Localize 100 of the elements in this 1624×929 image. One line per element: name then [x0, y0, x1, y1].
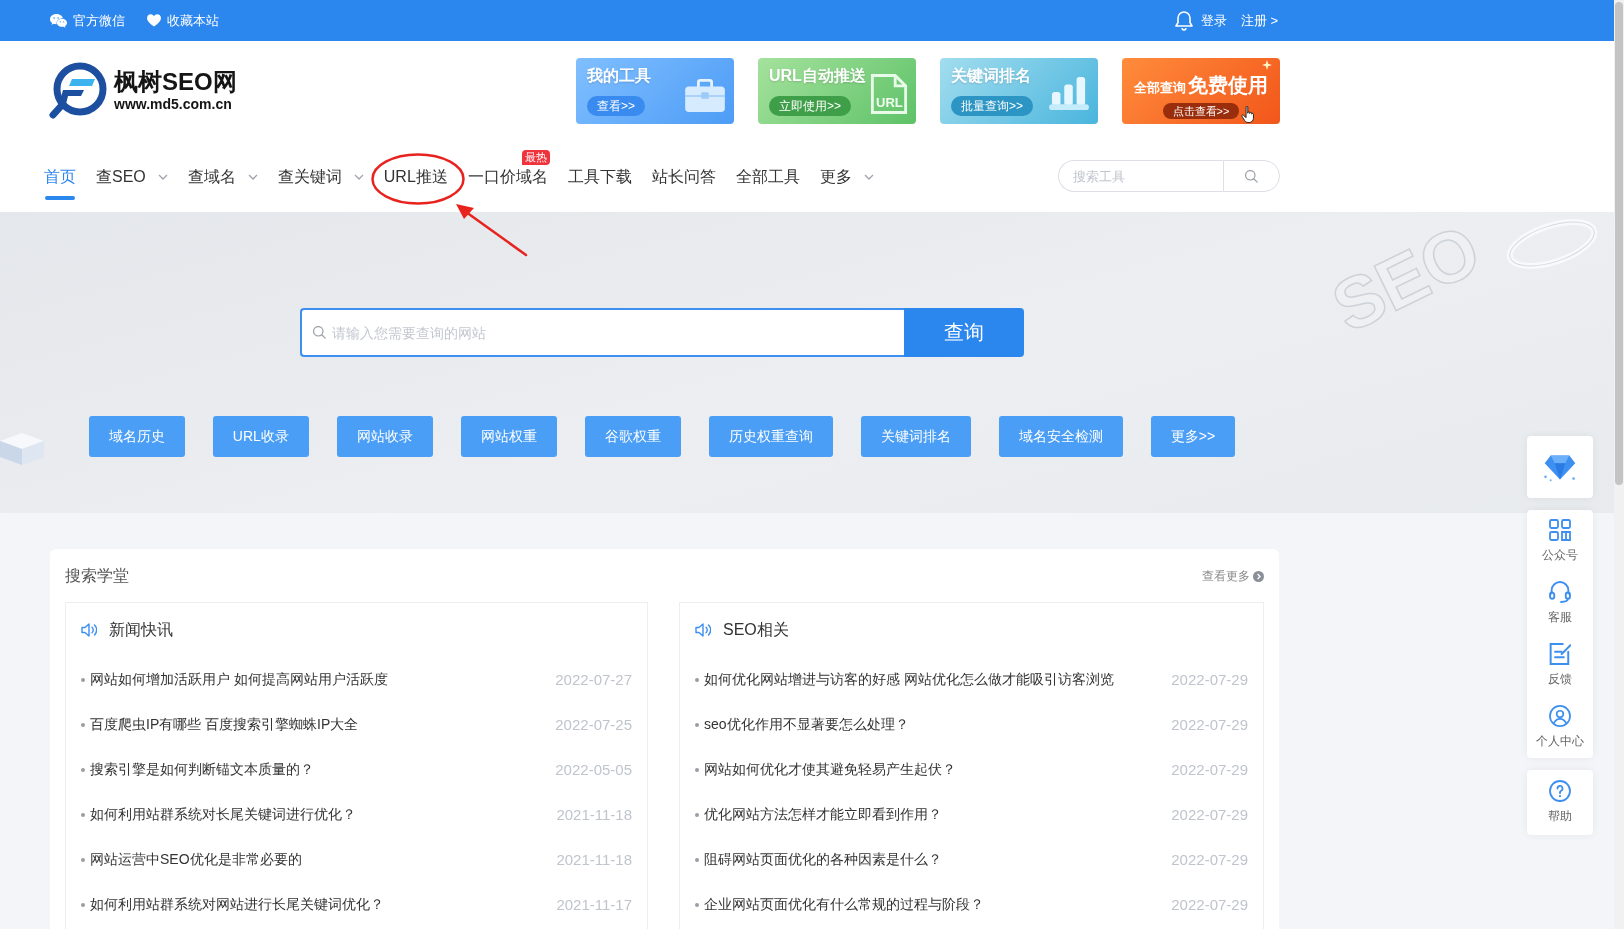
notification-bell-icon[interactable]	[1174, 10, 1193, 31]
top-bar-link[interactable]: 收藏本站	[147, 11, 219, 30]
banner-button[interactable]: 立即使用>>	[769, 95, 851, 116]
bullet-icon	[81, 812, 85, 817]
scrollbar-thumb[interactable]	[1615, 2, 1623, 485]
banner-icon-text: URL	[876, 94, 903, 110]
article-link[interactable]: seo优化作用不显著要怎么处理？	[704, 715, 1172, 734]
article-date: 2022-07-29	[1171, 671, 1248, 688]
nav-link[interactable]: 站长问答	[651, 167, 716, 200]
bullet-icon	[695, 812, 699, 817]
nav-link[interactable]: 工具下载	[567, 167, 632, 200]
bullet-icon	[695, 857, 699, 862]
nav-link[interactable]: 更多	[819, 167, 874, 200]
section-title: 搜索学堂	[65, 565, 129, 586]
nav-link[interactable]: 查域名	[187, 167, 258, 200]
nav-link[interactable]: 查关键词	[277, 167, 364, 200]
side-toolbar-button[interactable]	[1527, 436, 1593, 498]
side-toolbar-button[interactable]: 个人中心	[1527, 696, 1593, 758]
bullet-icon	[81, 767, 85, 772]
nav-link[interactable]: 一口价域名	[467, 167, 548, 200]
search-button[interactable]: 查询	[904, 308, 1024, 357]
bullet-icon	[81, 857, 85, 862]
article-link[interactable]: 网站运营中SEO优化是非常必要的	[90, 850, 557, 869]
account-link[interactable]: 注册 >	[1240, 11, 1278, 30]
article-date: 2022-07-29	[1171, 806, 1248, 823]
speaker-icon	[81, 623, 97, 637]
headset-icon	[1549, 580, 1571, 603]
banner-button[interactable]: 批量查询>>	[951, 95, 1033, 116]
nav-link[interactable]: 查SEO	[96, 167, 168, 200]
banner-button[interactable]: 查看>>	[587, 95, 645, 116]
qr-code-icon	[1549, 518, 1571, 541]
scrollbar[interactable]	[1614, 0, 1624, 929]
article-date: 2021-11-18	[556, 806, 632, 823]
banner-highlight: 免费使用	[1188, 72, 1268, 98]
article-date: 2022-07-29	[1171, 896, 1248, 913]
banner[interactable]: URL自动推送 立即使用>> URL	[758, 57, 916, 124]
nav-link[interactable]: 全部工具	[735, 167, 800, 200]
heart-icon	[147, 14, 161, 27]
side-toolbar-button[interactable]: 反馈	[1527, 634, 1593, 696]
article-date: 2022-07-27	[555, 671, 632, 688]
article-date: 2022-07-29	[1171, 761, 1248, 778]
hot-badge: 最热	[521, 150, 550, 165]
panel-title: 新闻快讯	[109, 619, 173, 640]
article-date: 2022-07-29	[1171, 851, 1248, 868]
logo-url[interactable]: www.md5.com.cn	[114, 96, 237, 112]
article-date: 2022-07-25	[555, 716, 632, 733]
banner[interactable]: 全部查询 免费使用 点击查看>>	[1122, 57, 1280, 124]
banner-title: 全部查询	[1134, 78, 1186, 97]
document-icon	[870, 72, 908, 115]
hand-pointer-icon	[1241, 105, 1256, 123]
bullet-icon	[695, 722, 699, 727]
banner-title: URL自动推送	[769, 65, 866, 86]
chat-bubbles-icon	[50, 13, 67, 28]
speaker-icon	[695, 623, 711, 637]
bullet-icon	[695, 677, 699, 682]
user-icon	[1549, 704, 1571, 727]
panel-title: SEO相关	[723, 619, 789, 640]
article-date: 2022-05-05	[555, 761, 632, 778]
side-toolbar-button[interactable]: 帮助	[1527, 770, 1593, 835]
banner-button[interactable]: 点击查看>>	[1162, 102, 1240, 119]
article-link[interactable]: 百度爬虫IP有哪些 百度搜索引擎蜘蛛IP大全	[90, 715, 556, 734]
banner-title: 我的工具	[587, 65, 651, 86]
bullet-icon	[695, 902, 699, 907]
article-date: 2022-07-29	[1171, 716, 1248, 733]
logo-icon[interactable]	[49, 61, 107, 120]
bullet-icon	[81, 677, 85, 682]
article-link[interactable]: 优化网站方法怎样才能立即看到作用？	[704, 805, 1172, 824]
article-link[interactable]: 搜索引擎是如何判断锚文本质量的？	[90, 760, 556, 779]
arrow-circle-icon	[1253, 570, 1264, 582]
sparkle-icon	[1262, 59, 1272, 70]
bullet-icon	[81, 722, 85, 727]
account-link[interactable]: 登录	[1200, 11, 1227, 30]
help-icon	[1549, 780, 1571, 802]
bar-chart-icon	[1048, 74, 1090, 111]
banner[interactable]: 我的工具 查看>>	[576, 57, 734, 124]
side-toolbar-button[interactable]: 公众号	[1527, 510, 1593, 572]
banner-title: 关键词排名	[951, 65, 1031, 86]
top-bar-link[interactable]: 官方微信	[50, 11, 125, 30]
search-icon	[1245, 169, 1258, 183]
logo-name[interactable]: 枫树SEO网	[114, 69, 237, 95]
search-field[interactable]: 请输入您需要查询的网站	[300, 308, 904, 357]
article-link[interactable]: 网站如何优化才使其避免轻易产生起伏？	[704, 760, 1172, 779]
article-link[interactable]: 阻碍网站页面优化的各种因素是什么？	[704, 850, 1172, 869]
article-date: 2021-11-18	[556, 851, 632, 868]
bullet-icon	[695, 767, 699, 772]
bullet-icon	[81, 902, 85, 907]
article-link[interactable]: 如何利用站群系统对长尾关键词进行优化？	[90, 805, 557, 824]
article-link[interactable]: 网站如何增加活跃用户 如何提高网站用户活跃度	[90, 670, 556, 689]
more-link[interactable]: 查看更多	[1202, 567, 1264, 585]
nav-link[interactable]: 首页	[44, 167, 76, 200]
edit-icon	[1549, 642, 1571, 665]
article-link[interactable]: 如何优化网站增进与访客的好感 网站优化怎么做才能吸引访客浏览	[704, 670, 1172, 689]
cube-drawing	[0, 432, 46, 466]
article-link[interactable]: 企业网站页面优化有什么常规的过程与阶段？	[704, 895, 1172, 914]
side-toolbar-button[interactable]: 客服	[1527, 572, 1593, 634]
article-link[interactable]: 如何利用站群系统对网站进行长尾关键词优化？	[90, 895, 557, 914]
banner[interactable]: 关键词排名 批量查询>>	[940, 57, 1098, 124]
article-date: 2021-11-17	[556, 896, 632, 913]
briefcase-icon	[684, 78, 726, 113]
search-icon	[313, 326, 326, 339]
